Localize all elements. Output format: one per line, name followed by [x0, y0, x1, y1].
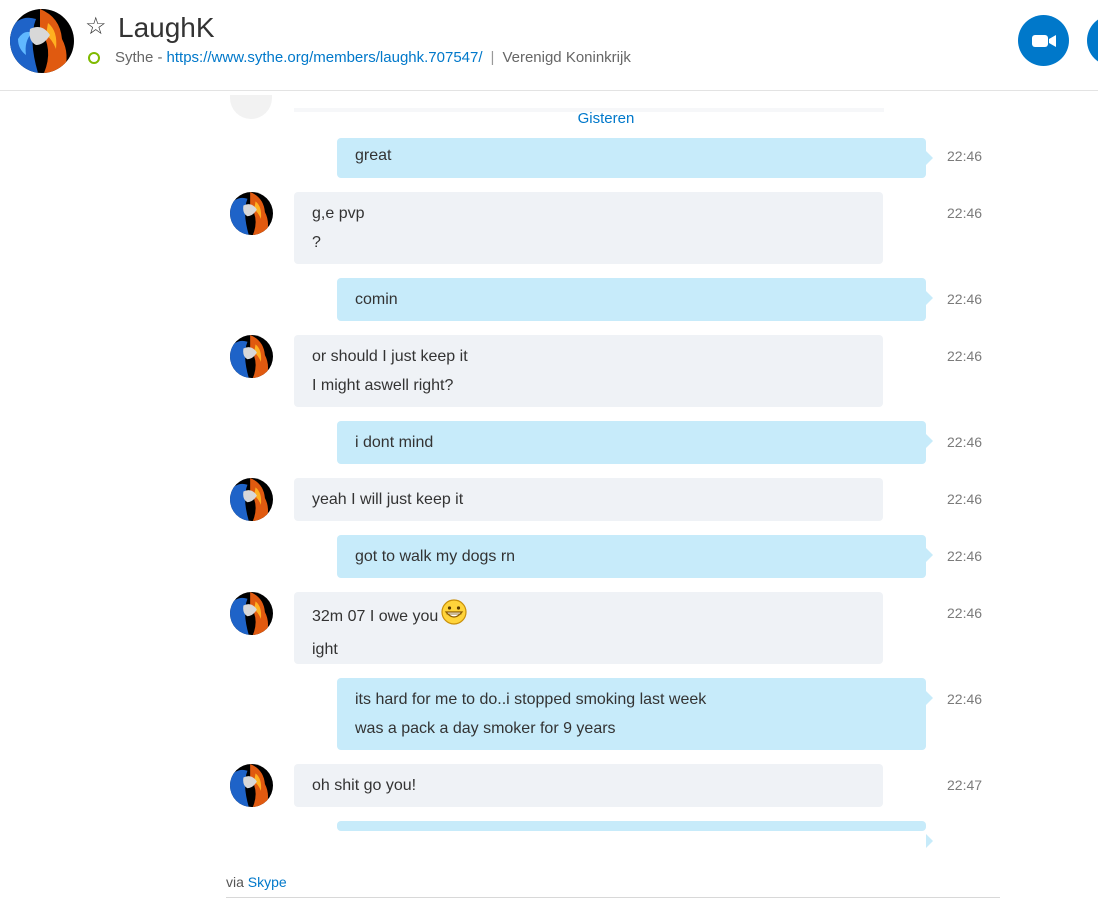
audio-call-button[interactable] [1087, 15, 1098, 66]
sender-avatar[interactable] [230, 478, 273, 521]
sender-avatar[interactable] [230, 764, 273, 807]
message-text: ight [312, 641, 338, 658]
outgoing-message[interactable]: got to walk my dogs rn [337, 535, 933, 578]
status-prefix: Sythe - [115, 49, 163, 66]
incoming-message[interactable]: g,e pvp ? [294, 192, 883, 264]
sender-avatar[interactable] [230, 592, 273, 635]
message-text: got to walk my dogs rn [355, 548, 516, 565]
message-text: oh shit go you! [312, 777, 417, 794]
message-text: I might aswell right? [312, 377, 454, 394]
message-text: 32m 07 I owe you [312, 608, 439, 626]
contact-location: Verenigd Koninkrijk [502, 49, 631, 66]
contact-name: LaughK [118, 12, 215, 43]
message-time: 22:47 [947, 777, 983, 793]
presence-offline-icon [88, 52, 100, 64]
message-time: 22:46 [947, 691, 983, 707]
skype-link[interactable]: Skype [248, 874, 287, 890]
contact-avatar[interactable] [10, 9, 74, 73]
video-camera-icon [1031, 34, 1056, 47]
grin-emoji-icon [441, 599, 467, 635]
message-text: great [355, 147, 392, 164]
message-time: 22:46 [947, 291, 983, 307]
contact-status-line: Sythe - https://www.sythe.org/members/la… [88, 48, 631, 68]
outgoing-message[interactable]: its hard for me to do..i stopped smoking… [337, 678, 933, 750]
incoming-message[interactable]: or should I just keep it I might aswell … [294, 335, 883, 407]
message-time: 22:46 [947, 548, 983, 564]
outgoing-message[interactable]: comin [337, 278, 933, 321]
outgoing-message-partial[interactable] [337, 821, 933, 848]
conversation-header: ☆ LaughK Sythe - https://www.sythe.org/m… [0, 0, 1098, 91]
message-time: 22:46 [947, 491, 983, 507]
via-label: via [226, 874, 244, 890]
footer-divider [226, 897, 1000, 898]
message-text: its hard for me to do..i stopped smoking… [355, 691, 707, 708]
message-text: ? [312, 234, 321, 251]
message-time: 22:46 [947, 205, 983, 221]
message-time: 22:46 [947, 148, 983, 164]
status-link[interactable]: https://www.sythe.org/members/laughk.707… [167, 48, 483, 68]
incoming-message[interactable]: yeah I will just keep it [294, 478, 883, 521]
favorite-star-icon[interactable]: ☆ [85, 12, 107, 42]
status-separator: | [490, 49, 495, 66]
video-call-button[interactable] [1018, 15, 1069, 66]
outgoing-message[interactable]: i dont mind [337, 421, 933, 464]
incoming-message[interactable]: oh shit go you! [294, 764, 883, 807]
message-time: 22:46 [947, 434, 983, 450]
message-time: 22:46 [947, 605, 983, 621]
sender-avatar[interactable] [230, 335, 273, 378]
date-divider: Gisteren [577, 110, 635, 127]
message-text: g,e pvp [312, 205, 365, 222]
message-time: 22:46 [947, 348, 983, 364]
message-line: 32m 07 I owe you [312, 599, 865, 635]
message-text: or should I just keep it [312, 348, 468, 365]
via-skype-footer: via Skype [226, 874, 287, 890]
outgoing-message[interactable]: great [337, 138, 933, 178]
message-text: i dont mind [355, 434, 434, 451]
incoming-message[interactable]: 32m 07 I owe you ight [294, 592, 883, 664]
message-text: comin [355, 291, 398, 308]
message-text: yeah I will just keep it [312, 491, 464, 508]
message-text: was a pack a day smoker for 9 years [355, 720, 616, 737]
sender-avatar[interactable] [230, 192, 273, 235]
